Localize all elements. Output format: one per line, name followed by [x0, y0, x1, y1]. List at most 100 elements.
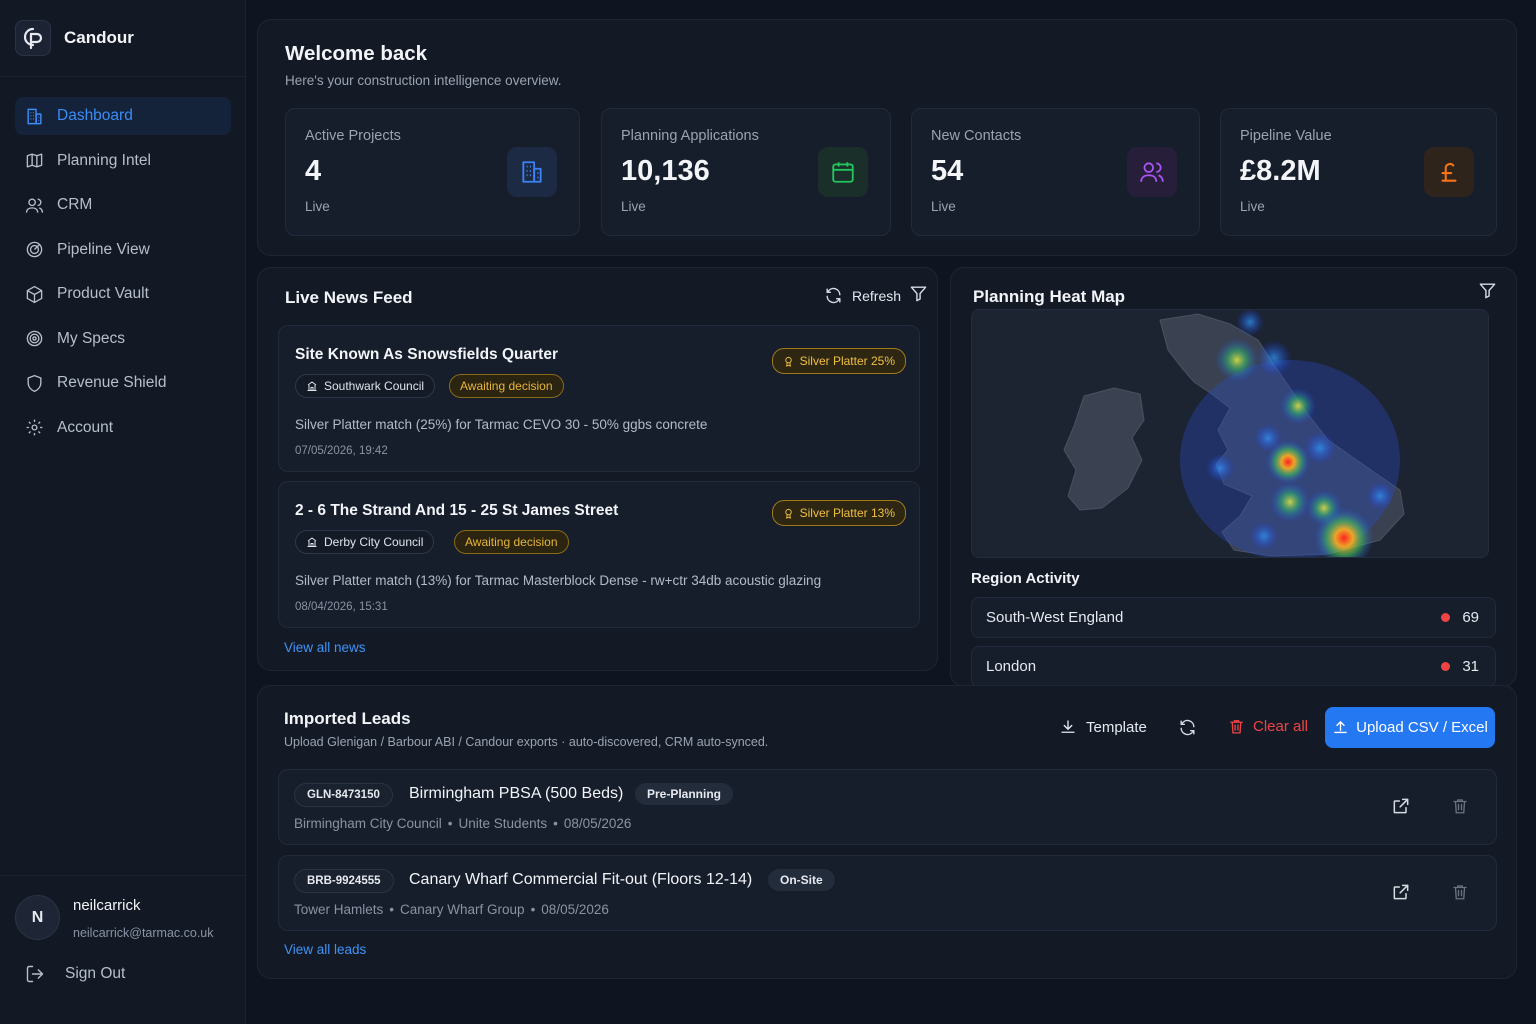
region-row[interactable]: London 31: [971, 646, 1496, 687]
lead-id-badge: BRB-9924555: [294, 869, 394, 893]
sign-out-button[interactable]: Sign Out: [25, 964, 125, 984]
stat-icon-box: [818, 147, 868, 197]
activity-dot: [1441, 662, 1451, 671]
user-email: neilcarrick@tarmac.co.uk: [73, 926, 214, 940]
stat-icon-box: [1424, 147, 1474, 197]
lead-status-badge: On-Site: [768, 869, 835, 891]
news-item[interactable]: 2 - 6 The Strand And 15 - 25 St James St…: [278, 481, 920, 628]
lead-row[interactable]: GLN-8473150 Birmingham PBSA (500 Beds) P…: [278, 769, 1497, 845]
stat-card-active-projects[interactable]: Active Projects 4 Live: [285, 108, 580, 236]
logout-icon: [26, 965, 44, 983]
stat-card-planning-applications[interactable]: Planning Applications 10,136 Live: [601, 108, 891, 236]
stat-icon-box: [507, 147, 557, 197]
meta-separator: •: [389, 902, 395, 917]
stat-foot: Live: [305, 199, 330, 214]
heatmap-title: Planning Heat Map: [973, 287, 1126, 306]
news-item[interactable]: Site Known As Snowsfields Quarter Silver…: [278, 325, 920, 472]
map-icon: [26, 153, 43, 168]
pound-icon: [1441, 163, 1457, 182]
gear-icon: [26, 419, 43, 436]
news-item-date: 08/04/2026, 15:31: [295, 601, 388, 613]
region-count: 69: [1462, 609, 1479, 626]
brand-name: Candour: [64, 28, 134, 47]
lead-council: Birmingham City Council: [294, 816, 442, 831]
calendar-icon: [832, 162, 854, 183]
council-label: Derby City Council: [324, 535, 424, 549]
region-activity-title: Region Activity: [971, 570, 1080, 587]
box-icon: [26, 285, 43, 303]
sidebar-item-dashboard[interactable]: Dashboard: [15, 97, 231, 135]
heatmap-filter-button[interactable]: [1478, 281, 1497, 300]
open-lead-button[interactable]: [1389, 880, 1413, 904]
user-name: neilcarrick: [73, 897, 141, 914]
brand-logo: [15, 20, 51, 56]
view-all-news-link[interactable]: View all news: [284, 640, 366, 655]
shield-icon: [27, 374, 42, 392]
user-profile[interactable]: N neilcarrick neilcarrick@tarmac.co.uk: [15, 895, 214, 940]
news-title: Live News Feed: [285, 288, 413, 307]
target-icon: [26, 241, 43, 258]
sidebar: Candour Dashboard Planning Intel CRM Pip…: [0, 0, 246, 1024]
leads-subtitle: Upload Glenigan / Barbour ABI / Candour …: [284, 735, 769, 749]
delete-lead-button[interactable]: [1448, 880, 1472, 904]
heat-map[interactable]: [971, 309, 1489, 558]
building-icon: [307, 537, 317, 547]
council-label: Southwark Council: [324, 379, 425, 393]
award-icon: [784, 508, 792, 519]
sidebar-item-planning-intel[interactable]: Planning Intel: [15, 142, 231, 180]
lead-title: Canary Wharf Commercial Fit-out (Floors …: [409, 871, 753, 888]
view-all-leads-link[interactable]: View all leads: [284, 942, 366, 957]
news-panel: Live News Feed Refresh Site Known As Sno…: [257, 267, 938, 671]
external-link-icon: [1393, 798, 1409, 814]
sidebar-item-revenue-shield[interactable]: Revenue Shield: [15, 364, 231, 402]
news-item-title: 2 - 6 The Strand And 15 - 25 St James St…: [295, 502, 619, 519]
region-row[interactable]: South-West England 69: [971, 597, 1496, 638]
refresh-button[interactable]: Refresh: [824, 286, 901, 305]
trash-icon: [1453, 885, 1467, 900]
meta-separator: •: [530, 902, 536, 917]
clear-all-button[interactable]: Clear all: [1228, 718, 1308, 735]
sidebar-item-label: CRM: [57, 196, 93, 213]
badge-label: Silver Platter 13%: [799, 506, 895, 520]
delete-lead-button[interactable]: [1448, 794, 1472, 818]
sign-out-label: Sign Out: [65, 965, 126, 982]
stat-value: 4: [305, 155, 322, 187]
stat-card-pipeline-value[interactable]: Pipeline Value £8.2M Live: [1220, 108, 1497, 236]
divider: [0, 76, 246, 77]
activity-dot: [1441, 613, 1451, 622]
sidebar-item-pipeline-view[interactable]: Pipeline View: [15, 231, 231, 269]
sidebar-item-label: Product Vault: [57, 285, 149, 302]
filter-icon: [910, 286, 927, 302]
trash-icon: [1453, 799, 1467, 814]
stat-value: £8.2M: [1240, 155, 1321, 187]
lead-status-badge: Pre-Planning: [635, 783, 734, 805]
external-link-icon: [1393, 884, 1409, 900]
region-count: 31: [1462, 658, 1479, 675]
sidebar-item-label: Planning Intel: [57, 151, 151, 169]
lead-row[interactable]: BRB-9924555 Canary Wharf Commercial Fit-…: [278, 855, 1497, 931]
sidebar-nav: Dashboard Planning Intel CRM Pipeline Vi…: [15, 97, 231, 453]
sidebar-item-crm[interactable]: CRM: [15, 186, 231, 224]
stat-label: Pipeline Value: [1240, 128, 1332, 144]
sidebar-item-label: Pipeline View: [57, 240, 150, 258]
stat-label: New Contacts: [931, 128, 1022, 144]
sidebar-item-product-vault[interactable]: Product Vault: [15, 275, 231, 313]
template-button[interactable]: Template: [1059, 718, 1147, 736]
sidebar-item-account[interactable]: Account: [15, 409, 231, 447]
sidebar-item-label: Dashboard: [57, 107, 133, 124]
sidebar-item-my-specs[interactable]: My Specs: [15, 320, 231, 358]
sidebar-item-label: My Specs: [57, 329, 126, 347]
region-name: South-West England: [986, 609, 1124, 626]
stat-card-new-contacts[interactable]: New Contacts 54 Live: [911, 108, 1200, 236]
brand[interactable]: Candour: [15, 20, 134, 56]
radar-icon: [26, 330, 43, 347]
open-lead-button[interactable]: [1389, 794, 1413, 818]
sync-button[interactable]: [1178, 718, 1197, 737]
news-item-date: 07/05/2026, 19:42: [295, 445, 388, 457]
lead-date: 08/05/2026: [563, 816, 632, 831]
lead-id-badge: GLN-8473150: [294, 783, 393, 807]
news-filter-button[interactable]: [909, 284, 928, 303]
upload-csv-button[interactable]: Upload CSV / Excel: [1325, 707, 1495, 748]
stat-value: 10,136: [621, 155, 710, 187]
trash-icon: [1230, 720, 1243, 734]
